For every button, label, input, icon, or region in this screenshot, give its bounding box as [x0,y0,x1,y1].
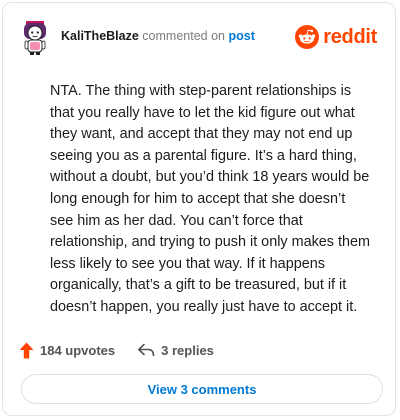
reddit-snoo-icon [295,25,320,49]
upvote-button[interactable]: 184 upvotes [19,342,115,359]
username-link[interactable]: KaliTheBlaze [61,29,139,43]
comment-body: NTA. The thing with step-parent relation… [50,83,370,315]
comment-header: KaliTheBlaze commented on post reddit [17,17,381,57]
comment-meta: KaliTheBlaze commented on post [61,29,255,43]
post-link[interactable]: post [228,29,254,43]
reply-arrow-icon [138,343,155,357]
comment-footer: 184 upvotes 3 replies [19,339,214,361]
reddit-logo[interactable]: reddit [295,23,377,51]
upvote-count: 184 upvotes [40,342,116,358]
reddit-wordmark: reddit [323,25,377,48]
view-comments-button[interactable]: View 3 comments [21,374,383,404]
reply-count: 3 replies [161,342,214,358]
user-avatar[interactable] [19,21,51,55]
comment-card: KaliTheBlaze commented on post reddit NT… [2,2,396,416]
action-text: commented on [142,29,225,43]
replies-button[interactable]: 3 replies [137,343,214,358]
upvote-arrow-icon [19,342,34,358]
